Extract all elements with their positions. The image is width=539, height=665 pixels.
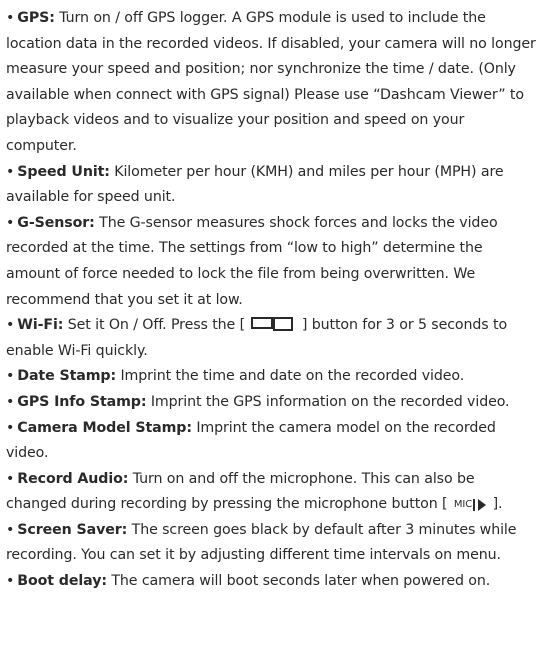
desc-boot-delay: The camera will boot seconds later when …	[106, 573, 491, 590]
list-item-gps-info-stamp: • GPS Info Stamp: Imprint the GPS informa…	[6, 390, 538, 416]
desc-record-audio-after: ].	[488, 496, 503, 513]
term-record-audio: Record Audio:	[17, 470, 129, 487]
mic-play-icon: MIC	[453, 492, 487, 518]
list-item-record-audio: • Record Audio: Turn on and off the micro…	[6, 467, 538, 518]
bullet: •	[6, 214, 15, 231]
settings-description-list: • GPS: Turn on / off GPS logger. A GPS mo…	[6, 6, 538, 595]
bullet: •	[6, 419, 15, 436]
desc-wifi-before: Set it On / Off. Press the [	[63, 317, 250, 334]
bullet: •	[6, 163, 15, 180]
desc-date-stamp: Imprint the time and date on the recorde…	[116, 368, 465, 385]
list-item-screen-saver: • Screen Saver: The screen goes black by …	[6, 518, 538, 569]
list-item-date-stamp: • Date Stamp: Imprint the time and date o…	[6, 364, 538, 390]
term-date-stamp: Date Stamp:	[17, 368, 117, 385]
list-item-boot-delay: • Boot delay: The camera will boot second…	[6, 569, 538, 595]
term-wifi: Wi-Fi:	[17, 317, 64, 334]
term-speed-unit: Speed Unit:	[17, 163, 110, 180]
bullet: •	[6, 317, 15, 334]
term-boot-delay: Boot delay:	[17, 573, 107, 590]
bullet: •	[6, 393, 15, 410]
desc-gps-info-stamp: Imprint the GPS information on the recor…	[146, 393, 510, 410]
term-gps-info-stamp: GPS Info Stamp:	[17, 393, 147, 410]
term-g-sensor: G-Sensor:	[17, 214, 95, 231]
list-item-wifi: • Wi-Fi: Set it On / Off. Press the [ ] b…	[6, 313, 538, 364]
bullet: •	[6, 10, 15, 26]
desc-gps: Turn on / off GPS logger. A GPS module i…	[6, 10, 536, 154]
bullet: •	[6, 368, 15, 385]
bullet: •	[6, 470, 15, 487]
mic-icon-label: MIC	[453, 499, 473, 511]
term-gps: GPS:	[17, 10, 55, 26]
list-item-g-sensor: • G-Sensor: The G-sensor measures shock f…	[6, 211, 538, 313]
bullet: •	[6, 573, 15, 590]
list-item-speed-unit: • Speed Unit: Kilometer per hour (KMH) an…	[6, 160, 538, 211]
list-item-gps: • GPS: Turn on / off GPS logger. A GPS mo…	[6, 6, 538, 160]
term-camera-model-stamp: Camera Model Stamp:	[17, 419, 192, 436]
term-screen-saver: Screen Saver:	[17, 521, 128, 538]
bullet: •	[6, 521, 15, 538]
list-item-camera-model-stamp: • Camera Model Stamp: Imprint the camera …	[6, 416, 538, 467]
camera-mode-icon	[251, 317, 295, 332]
